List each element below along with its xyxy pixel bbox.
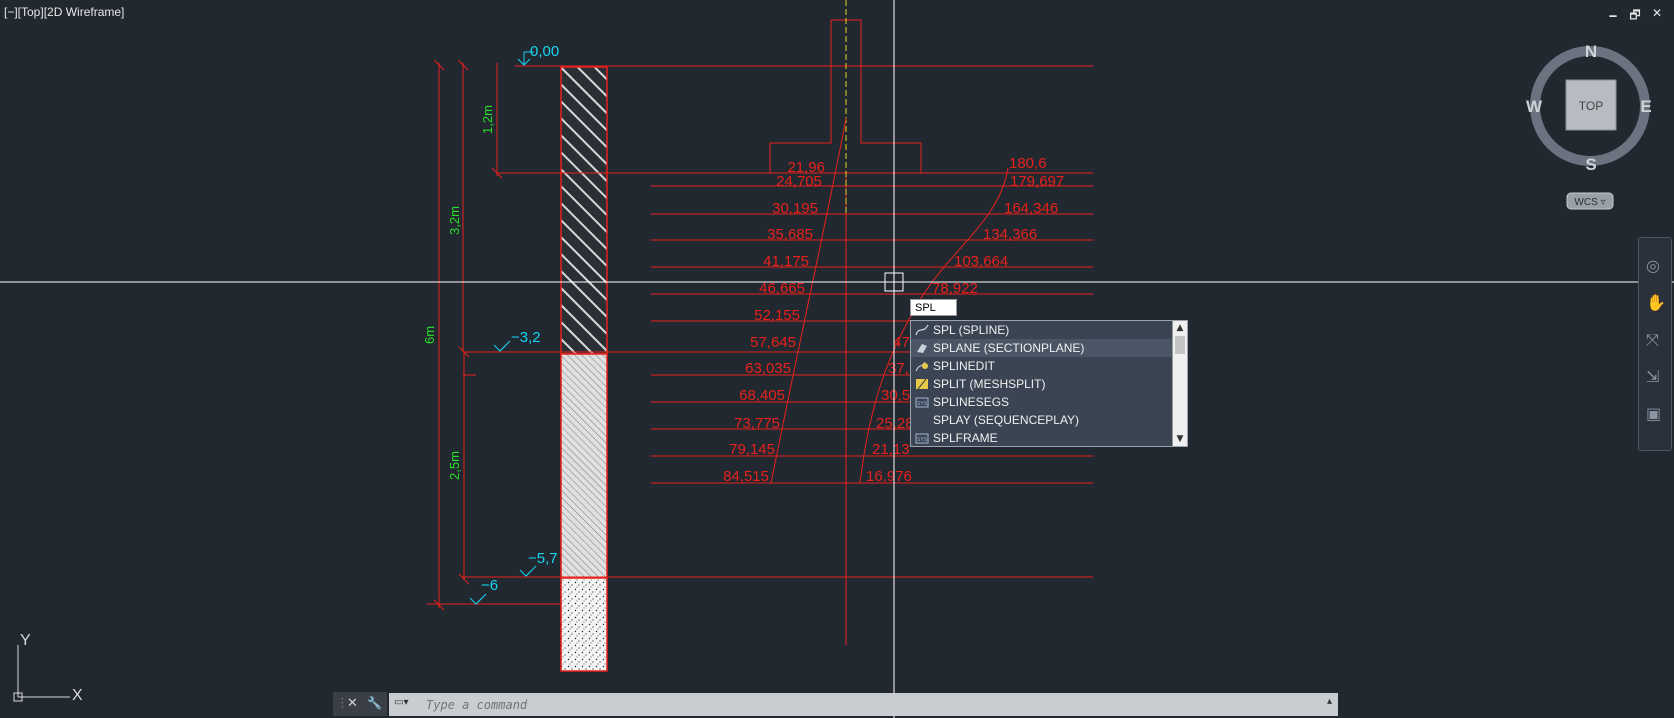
drawing-canvas[interactable]: 0,00 −3,2 −5,7 −6 1,2m 3,2m 6m 2,5m 21,9… [0,0,1674,718]
compass-north: N [1585,42,1597,61]
navigation-bar: ◎ ✋ ⤧ ⇲ ▣ [1638,237,1672,451]
autocomplete-item-meshsplit[interactable]: SPLIT (MESHSPLIT) [911,375,1187,393]
left-value: 35,685 [767,226,813,243]
sysvar-icon: SYS [915,397,929,408]
autocomplete-item-splinesegs[interactable]: SYS SPLINESEGS [911,393,1187,411]
svg-text:SYS: SYS [917,401,928,407]
wcs-label: WCS ▿ [1574,197,1605,208]
elevation-3-2: −3,2 [511,329,541,346]
right-value: 25,28 [876,415,914,432]
dimension-labels: 1,2m 3,2m 6m 2,5m [422,105,495,480]
elevation-6: −6 [481,577,498,594]
autocomplete-item-label: SPLINESEGS [933,395,1010,409]
autocomplete-item-splframe[interactable]: SYS SPLFRAME [911,429,1187,447]
right-value: 134,366 [983,226,1037,243]
dim-1-2m: 1,2m [480,105,495,134]
autocomplete-item-label: SPLAY (SEQUENCEPLAY) [933,413,1080,427]
elevation-5-7: −5,7 [528,550,558,567]
ucs-icon [13,645,70,702]
close-icon[interactable]: ✕ [347,696,358,711]
scroll-down-icon[interactable]: ▼ [1173,432,1187,446]
zoom-extents-icon[interactable]: ⤧ [1646,330,1659,350]
compass-east: E [1640,97,1651,116]
autocomplete-item-label: SPLFRAME [933,431,998,445]
autocomplete-scrollbar[interactable]: ▲ ▼ [1172,321,1187,446]
right-value: 164,346 [1004,200,1058,217]
right-value: 37, [888,360,909,377]
left-value: 63,035 [745,360,791,377]
spline-icon [915,324,929,336]
autocomplete-item-sequenceplay[interactable]: SPLAY (SEQUENCEPLAY) [911,411,1187,429]
ucs-y-label: Y [20,632,31,649]
compass-west: W [1526,97,1543,116]
restore-icon[interactable]: 🗗 [1628,6,1642,27]
right-value: 30,5 [881,387,910,404]
autocomplete-list[interactable]: SPL (SPLINE) SPLANE (SECTIONPLANE) SPLIN… [910,320,1188,447]
right-value: 47 [893,334,910,351]
dimension-lines [433,59,503,611]
right-value: 179,697 [1010,173,1064,190]
autocomplete-item-label: SPLANE (SECTIONPLANE) [933,341,1085,355]
crosshair-cursor [0,0,1674,718]
left-value: 52,155 [754,307,800,324]
ucs-x-label: X [72,687,83,704]
left-values: 21,96 24,705 30,195 35,685 41,175 46,665… [723,159,825,485]
autocomplete-item-splinedit[interactable]: SPLINEDIT [911,357,1187,375]
left-value: 46,665 [759,280,805,297]
svg-text:SYS: SYS [917,437,928,443]
scroll-thumb[interactable] [1175,336,1185,354]
dim-3-2m: 3,2m [447,206,462,235]
right-value: 180,6 [1009,155,1047,172]
dim-6m: 6m [422,326,437,344]
elevation-0: 0,00 [530,43,559,60]
dim-2-5m: 2,5m [447,451,462,480]
prompt-menu-icon[interactable]: ▭▾ [394,697,418,711]
close-icon[interactable]: ✕ [1650,6,1664,27]
autocomplete-item-label: SPLINEDIT [933,359,996,373]
left-value: 84,515 [723,468,769,485]
left-value: 68,405 [739,387,785,404]
left-value: 30,195 [772,200,818,217]
showmotion-icon[interactable]: ▣ [1646,404,1661,423]
splinedit-icon [915,361,928,372]
left-value: 24,705 [776,173,822,190]
autocomplete-item-sectionplane[interactable]: SPLANE (SECTIONPLANE) [911,339,1187,357]
autocomplete-item-label: SPLIT (MESHSPLIT) [933,377,1046,391]
left-value: 41,175 [763,253,809,270]
viewcube[interactable]: TOP N S E W WCS ▿ [1526,42,1652,210]
left-value: 57,645 [750,334,796,351]
right-value: 21,13 [872,441,910,458]
pan-icon[interactable]: ✋ [1646,293,1666,312]
viewcube-face: TOP [1579,99,1603,113]
window-controls: 🗕 🗗 ✕ [1606,6,1664,27]
drawing-viewport[interactable]: 0,00 −3,2 −5,7 −6 1,2m 3,2m 6m 2,5m 21,9… [0,0,1674,718]
right-value: 78,922 [932,280,978,297]
right-value: 16,976 [866,468,912,485]
sysvar-icon: SYS [915,433,929,444]
minimize-icon[interactable]: 🗕 [1606,6,1620,27]
autocomplete-item-spline[interactable]: SPL (SPLINE) [911,321,1187,339]
command-history-icon[interactable]: ▴ [1327,696,1332,707]
scroll-up-icon[interactable]: ▲ [1173,321,1187,335]
dynamic-input-field[interactable]: SPL [910,299,957,316]
left-value: 73,775 [734,415,780,432]
command-line: ⋮ ✕ 🔧 ▭▾ ▴ [333,692,1338,716]
pile-hatch-lower [560,577,608,672]
meshsplit-icon [916,378,928,390]
command-input[interactable] [424,695,1308,715]
sectionplane-icon [917,344,927,353]
command-input-area[interactable]: ▭▾ ▴ [389,693,1338,716]
viewport-label[interactable]: [−][Top][2D Wireframe] [4,5,124,19]
right-value: 103,664 [954,253,1008,270]
autocomplete-item-label: SPL (SPLINE) [933,323,1010,337]
orbit-icon[interactable]: ⇲ [1646,367,1659,386]
pile-hatch-upper [560,66,608,355]
command-line-tools: ⋮ ✕ 🔧 [333,692,387,716]
steering-wheel-icon[interactable]: ◎ [1646,256,1660,275]
settings-icon[interactable]: 🔧 [367,696,382,710]
pile-hatch-middle [560,353,608,579]
left-value: 79,145 [729,441,775,458]
compass-south: S [1585,155,1596,174]
